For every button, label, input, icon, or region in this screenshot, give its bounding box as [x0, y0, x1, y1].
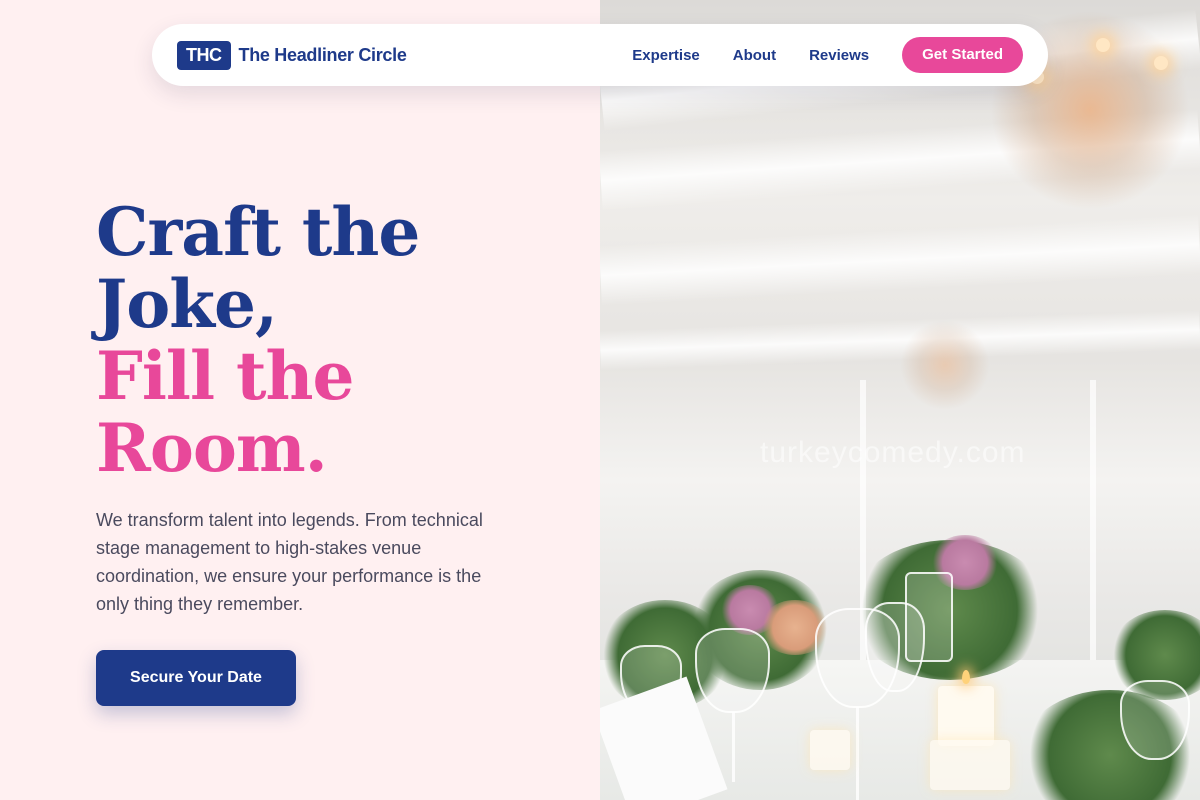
nav-link-about[interactable]: About: [733, 47, 776, 64]
candle: [938, 686, 994, 746]
hero-description: We transform talent into legends. From t…: [96, 510, 483, 614]
chandelier-light: [1154, 56, 1168, 70]
headline-line-accent: Room.: [96, 409, 328, 487]
nav-link-reviews[interactable]: Reviews: [809, 47, 869, 64]
nav-link-expertise[interactable]: Expertise: [632, 47, 700, 64]
nav-links: Expertise About Reviews Get Started: [632, 37, 1023, 73]
hero-headline: Craft the Joke, Fill the Room.: [96, 193, 420, 487]
tent-post: [1090, 380, 1096, 680]
chandelier-light: [1096, 38, 1110, 52]
brand-name[interactable]: The Headliner Circle: [239, 45, 407, 66]
headline-line-accent: Fill the: [96, 337, 355, 415]
glass-stem: [732, 712, 735, 782]
get-started-button[interactable]: Get Started: [902, 37, 1023, 73]
candle-flame: [962, 670, 970, 684]
hero-image-banquet-table: [600, 0, 1200, 800]
glass-stem: [856, 707, 859, 800]
logo-badge[interactable]: THC: [177, 40, 231, 70]
top-navbar: THC The Headliner Circle Expertise About…: [152, 24, 1048, 86]
image-watermark: turkeycomedy.com: [760, 436, 1026, 469]
chandelier: [900, 320, 990, 410]
headline-line: Craft the: [96, 193, 420, 271]
secure-your-date-button[interactable]: Secure Your Date: [96, 650, 296, 706]
headline-line: Joke,: [96, 265, 278, 343]
ceiling-drape: [600, 214, 1200, 306]
candle: [930, 740, 1010, 790]
water-glass: [905, 572, 953, 662]
candle: [810, 730, 850, 770]
